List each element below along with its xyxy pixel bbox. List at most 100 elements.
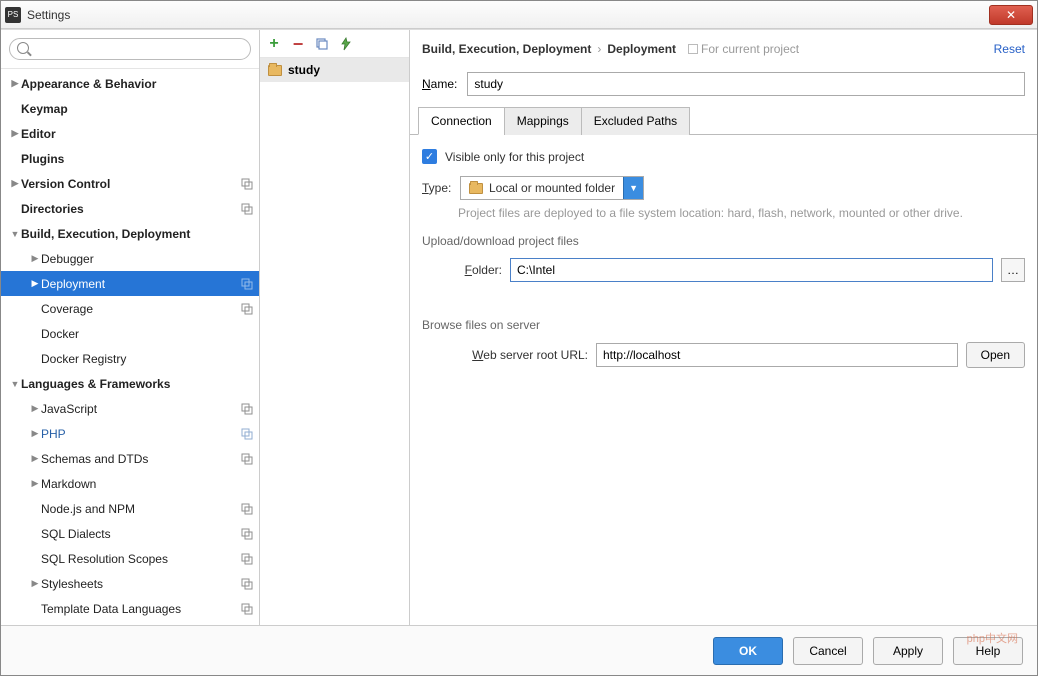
browse-folder-button[interactable]: … bbox=[1001, 258, 1025, 282]
chevron-right-icon: ▶ bbox=[29, 428, 41, 439]
close-button[interactable]: ✕ bbox=[989, 5, 1033, 25]
project-scope-icon bbox=[241, 528, 253, 540]
breadcrumb: Build, Execution, Deployment › Deploymen… bbox=[410, 30, 1037, 68]
tree-item-label: Node.js and NPM bbox=[41, 502, 241, 516]
tab-connection[interactable]: Connection bbox=[418, 107, 505, 135]
tree-item-label: Keymap bbox=[21, 102, 253, 116]
deployment-tabs: ConnectionMappingsExcluded Paths bbox=[410, 106, 1037, 135]
tree-item-label: Docker Registry bbox=[41, 352, 253, 366]
search-input[interactable] bbox=[9, 38, 251, 60]
type-label: Type: bbox=[422, 181, 452, 195]
upload-section-label: Upload/download project files bbox=[422, 234, 1025, 248]
chevron-right-icon: ▶ bbox=[29, 278, 41, 289]
tree-item[interactable]: ▶JavaScript bbox=[1, 396, 259, 421]
folder-icon bbox=[268, 65, 282, 76]
project-scope-icon bbox=[241, 403, 253, 415]
project-scope-icon bbox=[241, 178, 253, 190]
tree-item[interactable]: ▶Stylesheets bbox=[1, 571, 259, 596]
tree-item[interactable]: ▶Editor bbox=[1, 121, 259, 146]
project-scope-icon bbox=[241, 428, 253, 440]
apply-button[interactable]: Apply bbox=[873, 637, 943, 665]
dialog-footer: OK Cancel Apply Help php中文网 bbox=[1, 625, 1037, 675]
settings-tree-panel: ▶Appearance & BehaviorKeymap▶EditorPlugi… bbox=[1, 30, 260, 625]
tree-item[interactable]: ▶Deployment bbox=[1, 271, 259, 296]
open-url-button[interactable]: Open bbox=[966, 342, 1025, 368]
tree-item[interactable]: Docker Registry bbox=[1, 346, 259, 371]
project-scope-icon bbox=[241, 553, 253, 565]
tree-item[interactable]: SQL Resolution Scopes bbox=[1, 546, 259, 571]
folder-input[interactable] bbox=[510, 258, 993, 282]
copy-server-button[interactable] bbox=[314, 36, 330, 52]
web-url-input[interactable] bbox=[596, 343, 958, 367]
chevron-down-icon: ▼ bbox=[9, 229, 21, 239]
tab-mappings[interactable]: Mappings bbox=[504, 107, 582, 135]
tree-item[interactable]: Plugins bbox=[1, 146, 259, 171]
visible-only-checkbox[interactable]: ✓ bbox=[422, 149, 437, 164]
titlebar: PS Settings ✕ bbox=[1, 1, 1037, 29]
tree-item-label: Debugger bbox=[41, 252, 253, 266]
tree-item[interactable]: Template Data Languages bbox=[1, 596, 259, 621]
tree-item[interactable]: Node.js and NPM bbox=[1, 496, 259, 521]
scope-hint-icon bbox=[688, 44, 698, 54]
chevron-right-icon: ▶ bbox=[29, 478, 41, 489]
name-label: Name: bbox=[422, 77, 457, 91]
type-select-dropdown-icon[interactable]: ▼ bbox=[623, 177, 643, 199]
server-item[interactable]: study bbox=[260, 58, 409, 82]
scope-hint: For current project bbox=[688, 42, 799, 56]
tree-item-label: Editor bbox=[21, 127, 253, 141]
tree-item[interactable]: Directories bbox=[1, 196, 259, 221]
servers-panel: + − study bbox=[260, 30, 410, 625]
tree-item-label: Coverage bbox=[41, 302, 241, 316]
type-description: Project files are deployed to a file sys… bbox=[422, 206, 1025, 220]
tree-item-label: Stylesheets bbox=[41, 577, 241, 591]
tree-item[interactable]: Coverage bbox=[1, 296, 259, 321]
tree-item[interactable]: ▶PHP bbox=[1, 421, 259, 446]
help-button[interactable]: Help bbox=[953, 637, 1023, 665]
tree-item[interactable]: Docker bbox=[1, 321, 259, 346]
tree-item[interactable]: ▶Schemas and DTDs bbox=[1, 446, 259, 471]
project-scope-icon bbox=[241, 453, 253, 465]
search-icon bbox=[17, 42, 29, 54]
visible-only-label: Visible only for this project bbox=[445, 150, 584, 164]
browse-section-label: Browse files on server bbox=[422, 318, 1025, 332]
chevron-right-icon: ▶ bbox=[9, 128, 21, 139]
tree-item[interactable]: ▼Languages & Frameworks bbox=[1, 371, 259, 396]
tree-item[interactable]: Keymap bbox=[1, 96, 259, 121]
type-select-value: Local or mounted folder bbox=[489, 181, 615, 195]
chevron-right-icon: ▶ bbox=[9, 178, 21, 189]
reset-link[interactable]: Reset bbox=[994, 42, 1025, 56]
tree-item-label: Template Data Languages bbox=[41, 602, 241, 616]
tree-item[interactable]: ▶Markdown bbox=[1, 471, 259, 496]
tree-item-label: SQL Dialects bbox=[41, 527, 241, 541]
cancel-button[interactable]: Cancel bbox=[793, 637, 863, 665]
type-select[interactable]: Local or mounted folder ▼ bbox=[460, 176, 644, 200]
chevron-right-icon: ▶ bbox=[9, 78, 21, 89]
add-server-button[interactable]: + bbox=[266, 36, 282, 52]
project-scope-icon bbox=[241, 278, 253, 290]
tree-item-label: Appearance & Behavior bbox=[21, 77, 253, 91]
tree-item-label: Docker bbox=[41, 327, 253, 341]
tree-item[interactable]: ▶Appearance & Behavior bbox=[1, 71, 259, 96]
tab-excluded-paths[interactable]: Excluded Paths bbox=[581, 107, 690, 135]
set-default-button[interactable] bbox=[338, 36, 354, 52]
tree-item-label: JavaScript bbox=[41, 402, 241, 416]
tree-item[interactable]: ▼Build, Execution, Deployment bbox=[1, 221, 259, 246]
folder-icon bbox=[469, 183, 483, 194]
tree-item-label: Schemas and DTDs bbox=[41, 452, 241, 466]
project-scope-icon bbox=[241, 603, 253, 615]
name-input[interactable] bbox=[467, 72, 1025, 96]
deployment-detail-panel: Build, Execution, Deployment › Deploymen… bbox=[410, 30, 1037, 625]
project-scope-icon bbox=[241, 203, 253, 215]
folder-label: Folder: bbox=[458, 263, 502, 277]
ok-button[interactable]: OK bbox=[713, 637, 783, 665]
tree-item-label: PHP bbox=[41, 427, 241, 441]
app-icon: PS bbox=[5, 7, 21, 23]
tree-item-label: Build, Execution, Deployment bbox=[21, 227, 253, 241]
tree-item[interactable]: ▶Debugger bbox=[1, 246, 259, 271]
tree-item[interactable]: ▶Version Control bbox=[1, 171, 259, 196]
settings-tree[interactable]: ▶Appearance & BehaviorKeymap▶EditorPlugi… bbox=[1, 69, 259, 625]
remove-server-button[interactable]: − bbox=[290, 36, 306, 52]
chevron-right-icon: ▶ bbox=[29, 578, 41, 589]
breadcrumb-current: Deployment bbox=[607, 42, 676, 56]
tree-item[interactable]: SQL Dialects bbox=[1, 521, 259, 546]
